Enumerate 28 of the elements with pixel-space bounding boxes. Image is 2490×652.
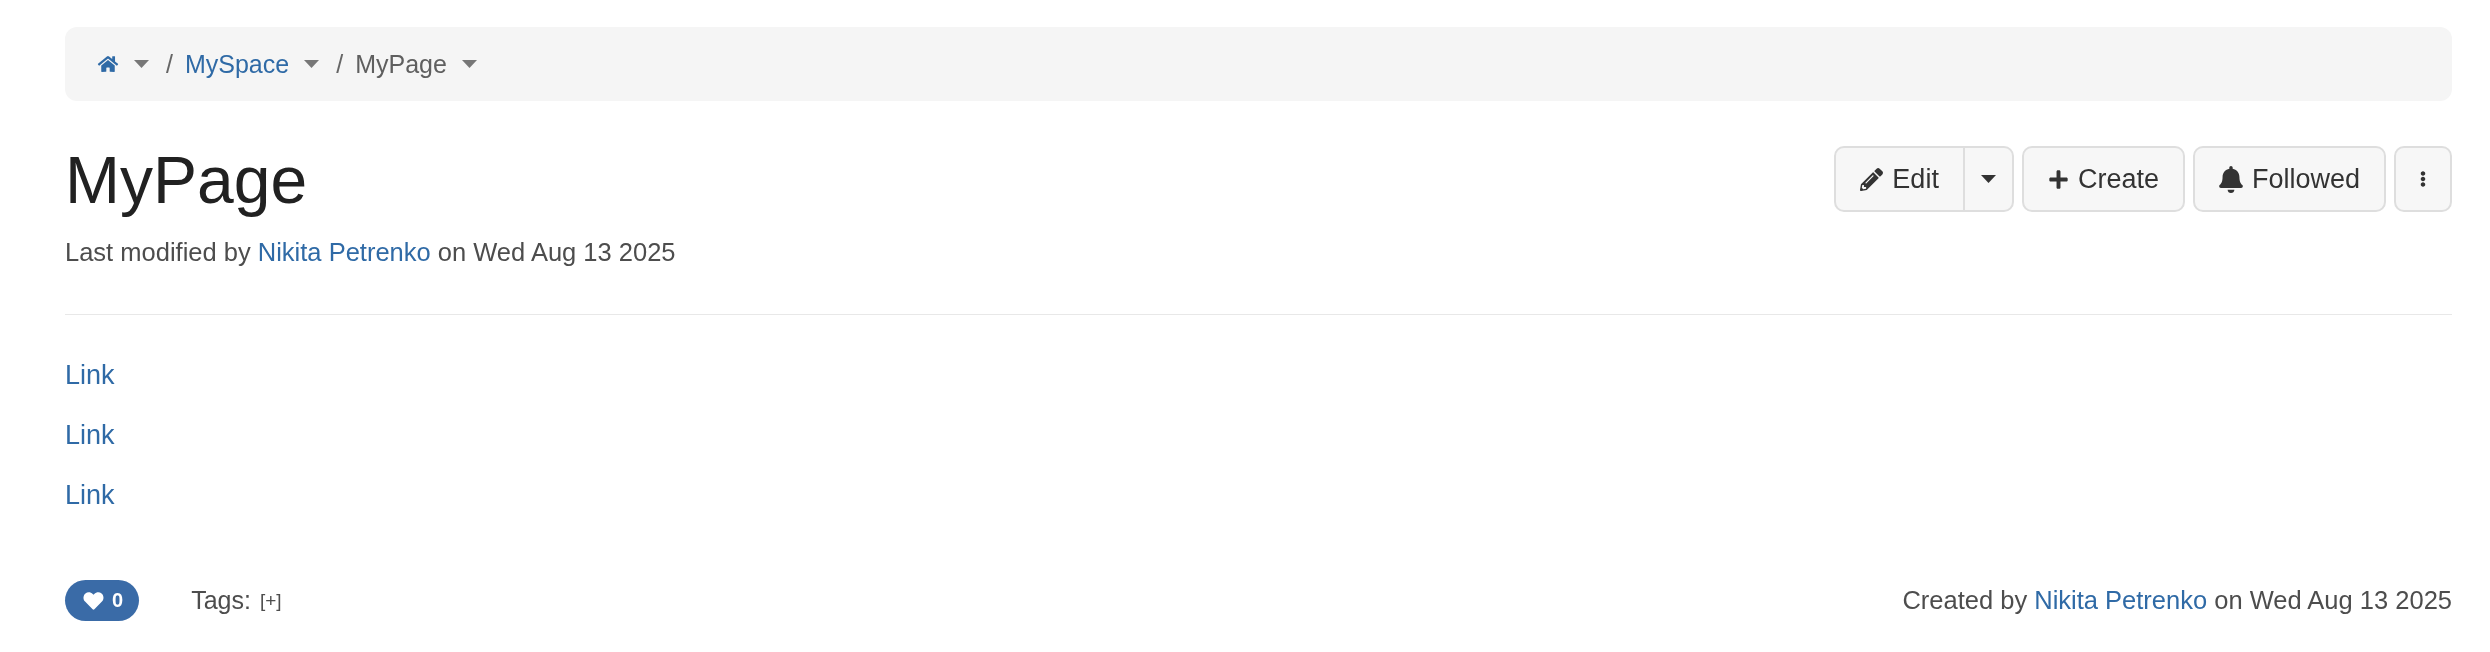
page-title: MyPage (65, 144, 308, 217)
create-button[interactable]: Create (2021, 146, 2185, 212)
page-link[interactable]: Link (65, 420, 115, 452)
vertical-ellipsis-icon (2420, 169, 2426, 189)
bell-icon (2218, 165, 2243, 193)
edit-button[interactable]: Edit (1834, 146, 1965, 212)
plus-icon (2047, 168, 2069, 190)
last-modified-text: Last modified by Nikita Petrenko on Wed Aug 13 2025 (65, 236, 677, 268)
breadcrumb-link[interactable]: MySpace (184, 49, 290, 79)
caret-icon (1980, 175, 1996, 183)
caret-icon[interactable] (461, 60, 477, 68)
pencil-icon (1860, 167, 1884, 191)
tags-label: Tags: (191, 586, 251, 616)
breadcrumb-separator: / (336, 49, 344, 79)
page-link[interactable]: Link (65, 360, 115, 392)
caret-icon[interactable] (134, 60, 149, 68)
breadcrumb-separator: / (166, 49, 173, 79)
caret-icon[interactable] (304, 60, 320, 68)
follow-button[interactable]: Followed (2192, 146, 2386, 212)
author-link[interactable]: Nikita Petrenko (2034, 586, 2208, 615)
created-text: Created by Nikita Petrenko on Wed Aug 13 2025 (1902, 586, 2452, 616)
add-tag-link[interactable]: [+] (259, 589, 282, 612)
like-button[interactable]: 0 (65, 580, 140, 622)
breadcrumb-current: MyPage (355, 49, 447, 79)
heart-icon (82, 590, 105, 611)
page-link[interactable]: Link (65, 480, 115, 512)
author-link[interactable]: Nikita Petrenko (257, 237, 431, 266)
home-icon[interactable] (97, 55, 119, 73)
